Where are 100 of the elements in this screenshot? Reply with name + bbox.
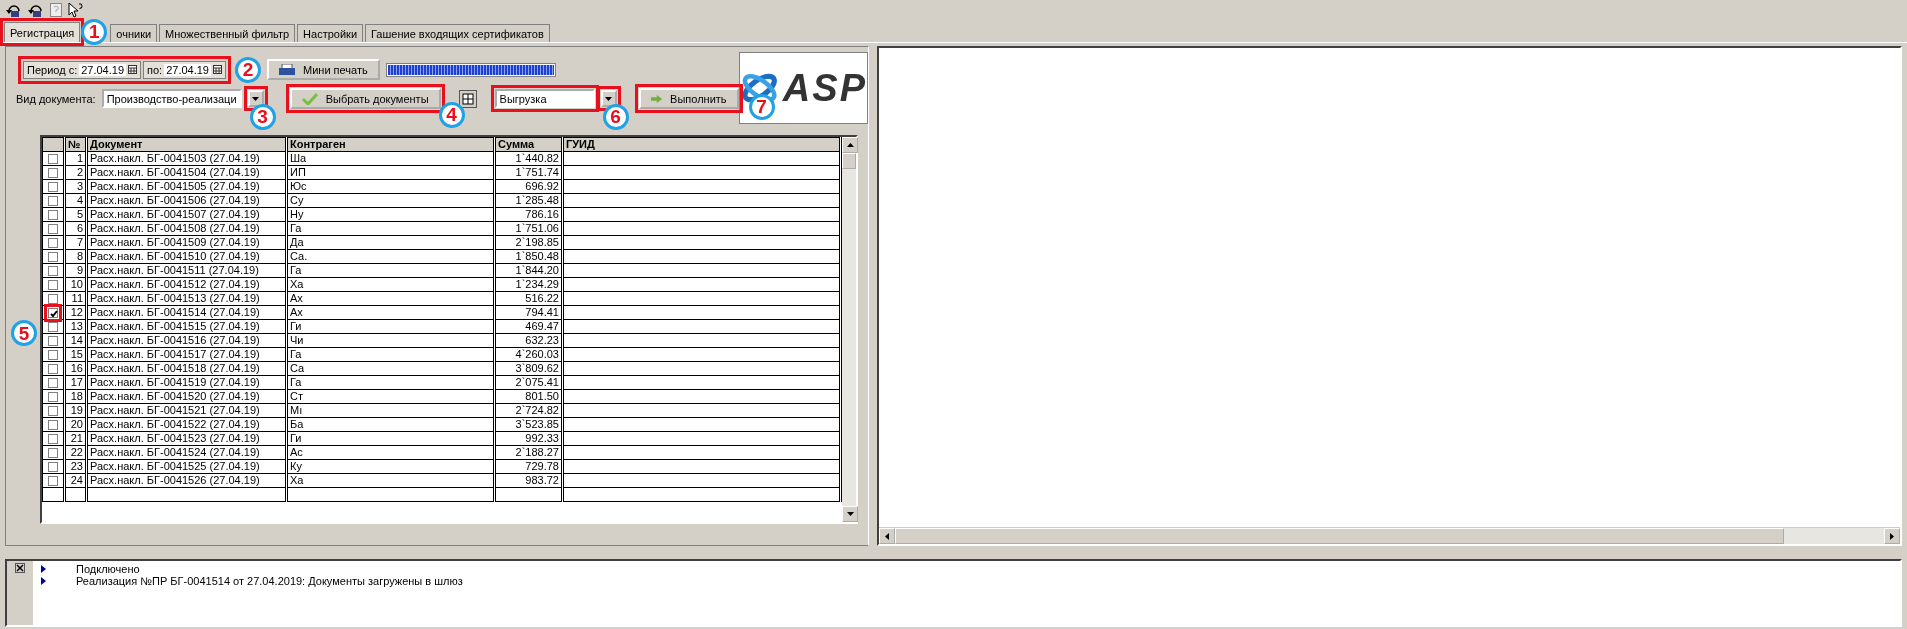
table-cell: Расх.накл. БГ-0041512 (27.04.19) [86,277,287,292]
table-cell: 6 [64,221,87,236]
table-cell: Расх.накл. БГ-0041506 (27.04.19) [86,193,287,208]
right-arrow-icon[interactable] [1890,532,1894,540]
table-cell: Расх.накл. БГ-0041523 (27.04.19) [86,431,287,446]
table-cell: Расх.накл. БГ-0041524 (27.04.19) [86,445,287,460]
row-checkbox[interactable] [48,405,58,416]
grid-icon[interactable] [458,89,477,108]
column-header[interactable]: Документ [86,137,287,152]
table-cell: 11 [64,291,87,306]
table-cell: 16 [64,361,87,376]
row-checkbox[interactable] [48,433,58,444]
callout-badge: 4 [438,102,465,128]
table-cell: 1`440.82 [494,151,563,166]
row-checkbox[interactable] [48,181,58,192]
table-cell: Расх.накл. БГ-0041526 (27.04.19) [86,473,287,488]
table-cell: Су [286,193,495,208]
date-field[interactable]: 27.04.19 [164,63,211,76]
table-cell: Ну [286,207,495,222]
table-cell: 13 [64,319,87,334]
row-checkbox[interactable] [48,377,58,388]
vertical-scrollbar[interactable] [842,137,856,522]
row-checkbox[interactable] [48,419,58,430]
row-checkbox[interactable] [48,153,58,164]
column-header[interactable]: Контраген [286,137,495,152]
document-icon[interactable] [50,3,62,17]
table-cell: 4 [64,193,87,208]
table-cell: Чи [286,333,495,348]
close-icon[interactable] [15,563,25,573]
table-cell: 2 [64,165,87,180]
row-checkbox[interactable] [48,475,58,486]
column-header[interactable]: Сумма [494,137,563,152]
table-cell: ИП [286,165,495,180]
table-cell: Юс [286,179,495,194]
row-checkbox[interactable] [48,349,58,360]
row-checkbox[interactable] [48,195,58,206]
table-cell: Ба [286,417,495,432]
tab[interactable]: Гашение входящих сертификатов [365,24,550,42]
row-checkbox[interactable] [48,447,58,458]
table-cell: Ку [286,459,495,474]
row-checkbox[interactable] [48,265,58,276]
table-cell: 1 [64,151,87,166]
mini-print-button[interactable]: Мини печать [267,59,380,80]
table-cell: Расх.накл. БГ-0041516 (27.04.19) [86,333,287,348]
arrow-icon[interactable] [6,3,22,17]
table-cell: 18 [64,389,87,404]
row-checkbox[interactable] [48,223,58,234]
row-checkbox[interactable] [48,279,58,290]
row-checkbox[interactable] [48,209,58,220]
row-checkbox[interactable] [48,251,58,262]
calendar-icon[interactable] [213,65,222,74]
table-cell: Расх.накл. БГ-0041503 (27.04.19) [86,151,287,166]
table-cell: 20 [64,417,87,432]
table-cell: 8 [64,249,87,264]
table-cell: 801.50 [494,389,563,404]
table-cell: Са [286,361,495,376]
row-checkbox[interactable] [48,391,58,402]
tab[interactable]: Настройки [297,24,364,42]
row-checkbox[interactable] [48,461,58,472]
scrollbar-thumb[interactable] [842,153,856,169]
table-cell: 729.78 [494,459,563,474]
table-cell: Расх.накл. БГ-0041508 (27.04.19) [86,221,287,236]
table-cell: 786.16 [494,207,563,222]
checkmark-icon [301,92,318,105]
row-checkbox[interactable] [48,321,58,332]
calendar-icon[interactable] [128,65,138,74]
horizontal-scrollbar[interactable] [879,527,1900,544]
table-cell: 19 [64,403,87,418]
row-checkbox[interactable] [48,335,58,346]
table-cell: 983.72 [494,473,563,488]
row-checkbox[interactable] [48,237,58,248]
column-header[interactable]: № [64,137,87,152]
table-cell: 3`809.62 [494,361,563,376]
table-cell: Расх.накл. БГ-0041515 (27.04.19) [86,319,287,334]
date-field[interactable]: 27.04.19 [79,63,127,76]
table-cell: 14 [64,333,87,348]
left-arrow-icon[interactable] [885,532,889,540]
arrow-icon[interactable] [28,3,44,17]
up-arrow-icon[interactable] [846,143,854,147]
table-cell: 2`198.85 [494,235,563,250]
row-checkbox[interactable] [48,167,58,178]
table-cell: Га [286,347,495,362]
table-cell: Ст [286,389,495,404]
table-cell: 696.92 [494,179,563,194]
help-cursor-icon[interactable] [68,2,84,18]
tab[interactable]: очники [110,24,158,42]
table-cell: 992.33 [494,431,563,446]
table-cell: Ха [286,277,495,292]
row-checkbox[interactable] [48,293,58,304]
scrollbar-thumb[interactable] [895,528,1784,544]
table-cell: 9 [64,263,87,278]
column-header[interactable]: ГУИД [562,137,841,152]
table-cell: Расх.накл. БГ-0041517 (27.04.19) [86,347,287,362]
table-cell: 3 [64,179,87,194]
down-arrow-icon [252,96,260,101]
table-cell: 5 [64,207,87,222]
doc-type-field[interactable]: Производство-реализаци [101,89,242,108]
table-cell: Расх.накл. БГ-0041525 (27.04.19) [86,459,287,474]
row-checkbox[interactable] [48,363,58,374]
tab[interactable]: Множественный фильтр [159,24,296,42]
